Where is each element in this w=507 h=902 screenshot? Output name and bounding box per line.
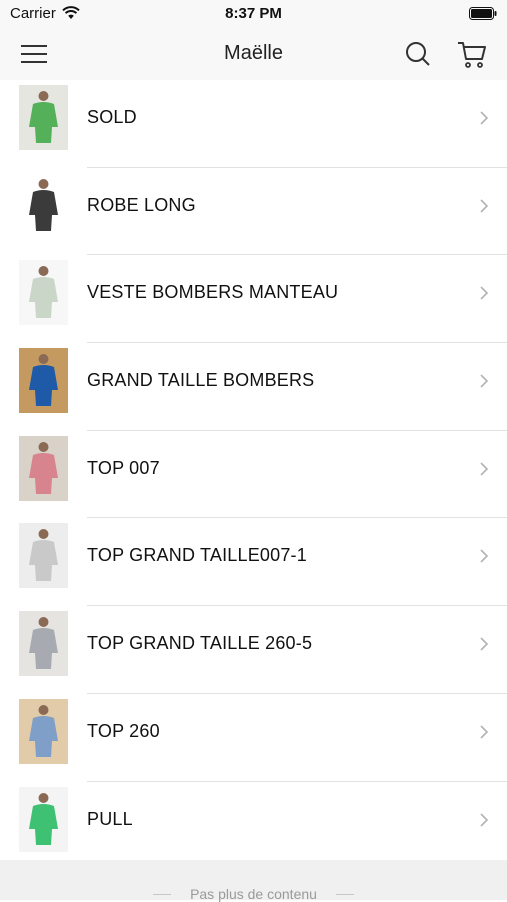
- category-thumbnail: [19, 85, 68, 150]
- chevron-right-icon: [480, 199, 489, 213]
- category-label: ROBE LONG: [87, 194, 196, 215]
- chevron-right-icon: [480, 286, 489, 300]
- chevron-right-icon: [480, 111, 489, 125]
- category-row[interactable]: GRAND TAILLE BOMBERS: [0, 343, 507, 431]
- battery-icon: [469, 7, 497, 20]
- category-label: TOP GRAND TAILLE007-1: [87, 545, 307, 566]
- category-label: TOP 007: [87, 457, 160, 478]
- chevron-right-icon: [480, 462, 489, 476]
- garment-image: [19, 435, 68, 501]
- garment-image: [19, 523, 68, 589]
- category-thumbnail: [19, 523, 68, 589]
- category-thumbnail: [19, 698, 68, 764]
- garment-image: [19, 260, 68, 326]
- end-of-list-footer: Pas plus de contenu: [0, 860, 507, 902]
- search-icon: [406, 42, 430, 66]
- category-row[interactable]: TOP GRAND TAILLE007-1: [0, 518, 507, 607]
- chevron-right-icon: [480, 812, 489, 827]
- category-row[interactable]: TOP GRAND TAILLE 260-5: [0, 606, 507, 694]
- chevron-right-icon: [480, 725, 489, 739]
- category-row[interactable]: TOP 260: [0, 694, 507, 782]
- navigation-bar: Maëlle: [0, 28, 507, 80]
- category-thumbnail: [19, 260, 68, 326]
- category-list: SOLD ROBE LONG VESTE BOMBERS MANTEAU GRAND …: [0, 80, 507, 869]
- category-label: SOLD: [87, 107, 137, 127]
- category-row[interactable]: ROBE LONG: [0, 168, 507, 256]
- category-label: VESTE BOMBERS MANTEAU: [87, 282, 339, 303]
- garment-image: [19, 348, 68, 414]
- category-thumbnail: [19, 435, 68, 501]
- clock: 8:37 PM: [225, 5, 282, 22]
- category-thumbnail: [19, 786, 68, 852]
- status-bar: Carrier 8:37 PM: [0, 0, 507, 28]
- search-button[interactable]: [402, 38, 434, 70]
- category-row[interactable]: TOP 007: [0, 431, 507, 519]
- garment-image: [19, 172, 68, 238]
- footer-divider-right: [336, 894, 354, 895]
- category-thumbnail: [19, 172, 68, 238]
- garment-image: [19, 698, 68, 764]
- category-row[interactable]: PULL: [0, 782, 507, 870]
- chevron-right-icon: [480, 549, 489, 564]
- cart-icon: [458, 42, 486, 68]
- chevron-right-icon: [480, 374, 489, 388]
- garment-image: [19, 611, 68, 677]
- category-label: GRAND TAILLE BOMBERS: [87, 370, 315, 391]
- cart-button[interactable]: [456, 38, 488, 70]
- category-row[interactable]: VESTE BOMBERS MANTEAU: [0, 255, 507, 344]
- chevron-right-icon: [480, 637, 489, 651]
- garment-image: [19, 85, 68, 150]
- category-label: PULL: [87, 808, 133, 829]
- category-label: TOP 260: [87, 720, 160, 741]
- category-label: TOP GRAND TAILLE 260-5: [87, 633, 313, 654]
- garment-image: [19, 786, 68, 852]
- category-thumbnail: [19, 348, 68, 414]
- category-thumbnail: [19, 611, 68, 677]
- category-row[interactable]: SOLD: [0, 80, 507, 168]
